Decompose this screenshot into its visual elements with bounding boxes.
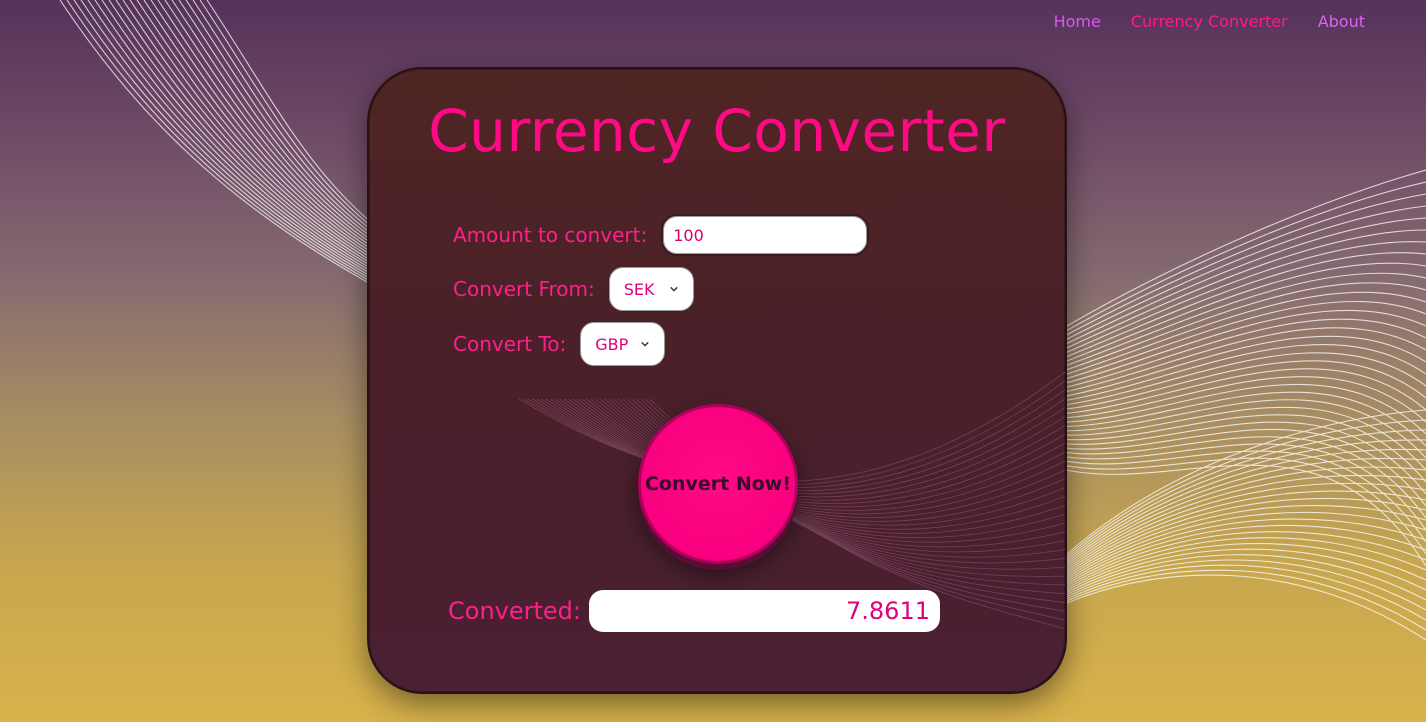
to-currency-select[interactable]: GBP <box>580 322 666 366</box>
converted-result-field: 7.8611 <box>588 590 940 632</box>
to-label: Convert To: <box>453 332 567 356</box>
converter-card: Currency Converter Amount to convert: Co… <box>367 67 1067 694</box>
from-row: Convert From: SEK <box>453 267 694 311</box>
amount-row: Amount to convert: <box>453 214 870 256</box>
page-title: Currency Converter <box>428 97 1006 165</box>
to-row: Convert To: GBP <box>453 322 666 366</box>
amount-label: Amount to convert: <box>453 223 648 247</box>
chevron-down-icon <box>641 341 649 347</box>
converted-label: Converted: <box>448 597 581 625</box>
from-currency-value: SEK <box>623 279 655 299</box>
from-currency-select[interactable]: SEK <box>608 267 694 311</box>
nav-currency-converter-link[interactable]: Currency Converter <box>1131 12 1288 31</box>
result-row: Converted: 7.8611 <box>448 590 940 632</box>
convert-now-button[interactable]: Convert Now! <box>638 404 798 564</box>
nav-about-link[interactable]: About <box>1318 12 1365 31</box>
from-label: Convert From: <box>453 277 595 301</box>
amount-input[interactable] <box>661 214 870 256</box>
chevron-down-icon <box>670 286 678 292</box>
nav-home-link[interactable]: Home <box>1054 12 1101 31</box>
top-nav: Home Currency Converter About <box>1054 12 1365 31</box>
to-currency-value: GBP <box>595 334 629 354</box>
